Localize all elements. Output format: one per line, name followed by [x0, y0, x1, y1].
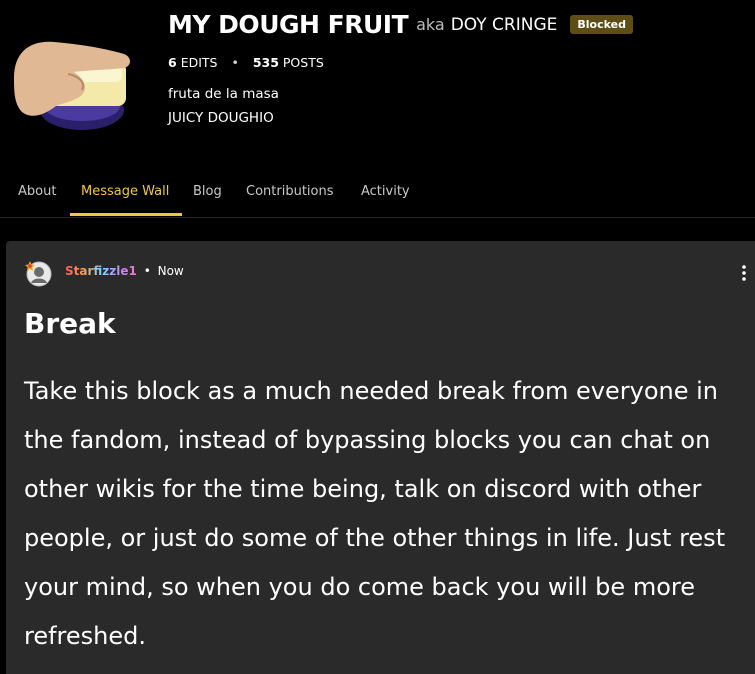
- edits-count: 6: [168, 55, 177, 70]
- post-timestamp[interactable]: Now: [158, 264, 184, 278]
- profile-name: MY DOUGH FRUIT: [168, 10, 409, 39]
- posts-label[interactable]: POSTS: [283, 55, 324, 70]
- post-meta: Starfizzle1 • Now: [65, 264, 184, 278]
- aka-label: aka: [416, 15, 445, 34]
- message-card: Starfizzle1 • Now Break Take this block …: [6, 241, 755, 674]
- active-tab-indicator: [70, 213, 182, 216]
- profile-bio-line: JUICY DOUGHIO: [168, 110, 274, 126]
- user-avatar-icon: [25, 261, 52, 287]
- tab-about[interactable]: About: [18, 184, 56, 199]
- meta-separator: •: [143, 264, 151, 278]
- profile-nickname: DOY CRINGE: [450, 14, 558, 35]
- tab-message-wall[interactable]: Message Wall: [81, 184, 169, 199]
- author-avatar[interactable]: [25, 259, 53, 287]
- posts-count: 535: [252, 55, 279, 70]
- kebab-menu-icon[interactable]: [739, 263, 749, 283]
- profile-name-row: MY DOUGH FRUIT aka DOY CRINGE Blocked: [168, 10, 633, 39]
- tab-contributions[interactable]: Contributions: [246, 184, 334, 199]
- post-body: Take this block as a much needed break f…: [24, 377, 726, 650]
- tab-activity[interactable]: Activity: [361, 184, 410, 199]
- post-title: Break: [24, 307, 116, 340]
- page: MY DOUGH FRUIT aka DOY CRINGE Blocked 6 …: [0, 0, 755, 674]
- profile-tabs: About Message Wall Blog Contributions Ac…: [0, 180, 755, 218]
- profile-avatar[interactable]: [8, 26, 138, 136]
- profile-stats: 6 EDITS • 535 POSTS: [168, 55, 324, 70]
- tab-blog[interactable]: Blog: [193, 184, 222, 199]
- hand-holding-butter-icon: [14, 41, 130, 130]
- author-name[interactable]: Starfizzle1: [65, 264, 137, 278]
- status-badge: Blocked: [570, 15, 633, 34]
- stats-separator: •: [231, 55, 239, 70]
- profile-bio-line: fruta de la masa: [168, 86, 279, 102]
- edits-label[interactable]: EDITS: [181, 55, 218, 70]
